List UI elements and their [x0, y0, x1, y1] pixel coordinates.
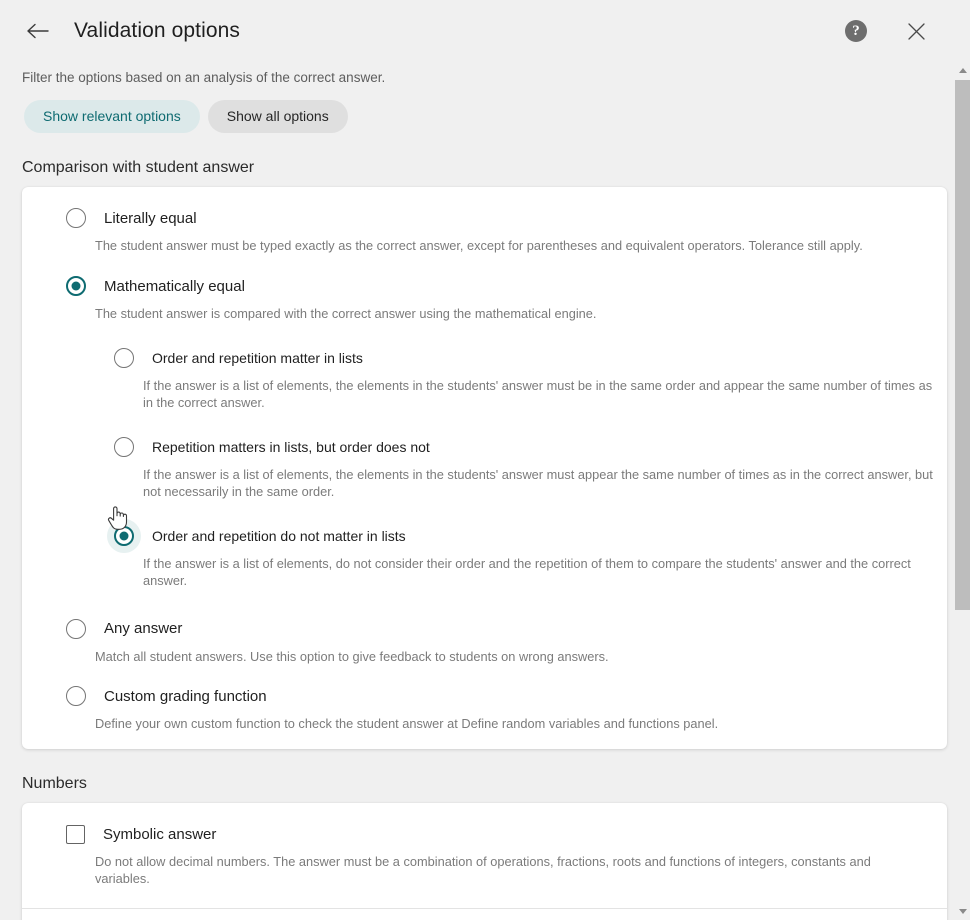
scrollbar-thumb[interactable] — [955, 80, 970, 610]
radio-order-and-repetition-matter[interactable] — [114, 348, 134, 369]
divider — [22, 908, 947, 910]
option-head: Custom grading function — [66, 683, 947, 709]
radio-mathematically-equal[interactable] — [66, 276, 86, 297]
option-symbolic-answer[interactable]: Symbolic answer Do not allow decimal num… — [22, 821, 947, 888]
radio-wrap — [114, 525, 134, 546]
filter-description: Filter the options based on an analysis … — [22, 70, 386, 85]
option-label: Any answer — [104, 620, 183, 638]
option-label: Order and repetition do not matter in li… — [152, 527, 406, 544]
options-scroll-area[interactable]: Filter the options based on an analysis … — [0, 62, 955, 920]
suboption-order-and-repetition-do-not-matter[interactable]: Order and repetition do not matter in li… — [22, 523, 947, 590]
scroll-up-button[interactable] — [955, 62, 970, 79]
option-description: Define your own custom function to check… — [95, 716, 719, 732]
section-title-numbers: Numbers — [22, 775, 87, 793]
validation-options-dialog: Validation options ? Filter the options … — [0, 0, 970, 920]
option-description: Do not allow decimal numbers. The answer… — [95, 854, 871, 887]
option-head: Order and repetition matter in lists — [114, 345, 947, 371]
option-description: If the answer is a list of elements, the… — [143, 378, 933, 411]
option-description: The student answer must be typed exactly… — [95, 238, 863, 254]
radio-wrap — [66, 208, 86, 229]
option-head: Order and repetition do not matter in li… — [114, 523, 947, 549]
option-label: Mathematically equal — [104, 277, 245, 295]
radio-wrap — [114, 436, 134, 457]
numbers-options-card: Symbolic answer Do not allow decimal num… — [22, 803, 947, 920]
option-description: If the answer is a list of elements, do … — [143, 555, 911, 588]
radio-wrap — [66, 276, 86, 297]
option-label: Order and repetition matter in lists — [152, 350, 363, 367]
option-head: Any answer — [66, 616, 947, 642]
vertical-scrollbar[interactable] — [955, 62, 970, 920]
page-title: Validation options — [74, 19, 241, 42]
comparison-options-card: Literally equal The student answer must … — [22, 187, 947, 750]
scrollbar-track[interactable] — [955, 79, 970, 903]
option-description: Match all student answers. Use this opti… — [95, 648, 609, 664]
show-all-options-button[interactable]: Show all options — [207, 100, 348, 134]
back-button[interactable] — [16, 9, 60, 53]
scroll-down-button[interactable] — [955, 903, 970, 920]
option-literally-equal[interactable]: Literally equal The student answer must … — [22, 205, 947, 255]
option-label: Symbolic answer — [103, 825, 217, 843]
close-icon — [907, 22, 925, 40]
suboption-order-and-repetition-matter[interactable]: Order and repetition matter in lists If … — [22, 345, 947, 412]
radio-order-and-repetition-do-not-matter[interactable] — [114, 525, 134, 546]
radio-custom-grading-function[interactable] — [66, 686, 86, 707]
option-description: If the answer is a list of elements, the… — [143, 466, 933, 499]
header-actions: ? — [839, 14, 933, 48]
dialog-header: Validation options ? — [0, 0, 955, 62]
scroll-up-arrow-icon — [958, 68, 967, 73]
option-custom-grading-function[interactable]: Custom grading function Define your own … — [22, 683, 947, 733]
radio-wrap — [66, 686, 86, 707]
option-description: The student answer is compared with the … — [95, 306, 597, 322]
radio-repetition-matters-order-does-not[interactable] — [114, 436, 134, 457]
option-head: Symbolic answer — [66, 821, 947, 847]
option-any-answer[interactable]: Any answer Match all student answers. Us… — [22, 616, 947, 666]
option-label: Repetition matters in lists, but order d… — [152, 438, 430, 455]
close-button[interactable] — [899, 14, 933, 48]
filter-button-group: Show relevant options Show all options — [24, 100, 955, 134]
help-circle-icon: ? — [845, 20, 867, 42]
option-head: Literally equal — [66, 205, 947, 231]
option-mathematically-equal[interactable]: Mathematically equal The student answer … — [22, 273, 947, 323]
arrow-left-icon — [27, 23, 49, 39]
option-head: Repetition matters in lists, but order d… — [114, 434, 947, 460]
option-label: Custom grading function — [104, 687, 267, 705]
scroll-down-arrow-icon — [958, 909, 967, 914]
option-label: Literally equal — [104, 209, 197, 227]
help-button[interactable]: ? — [839, 14, 873, 48]
section-title-comparison: Comparison with student answer — [22, 159, 255, 177]
radio-wrap — [66, 618, 86, 639]
checkbox-symbolic-answer[interactable] — [66, 824, 85, 844]
radio-literally-equal[interactable] — [66, 208, 86, 229]
suboption-repetition-matters-order-does-not[interactable]: Repetition matters in lists, but order d… — [22, 434, 947, 501]
option-head: Mathematically equal — [66, 273, 947, 299]
radio-any-answer[interactable] — [66, 618, 86, 639]
radio-wrap — [114, 348, 134, 369]
show-relevant-options-button[interactable]: Show relevant options — [24, 100, 200, 134]
